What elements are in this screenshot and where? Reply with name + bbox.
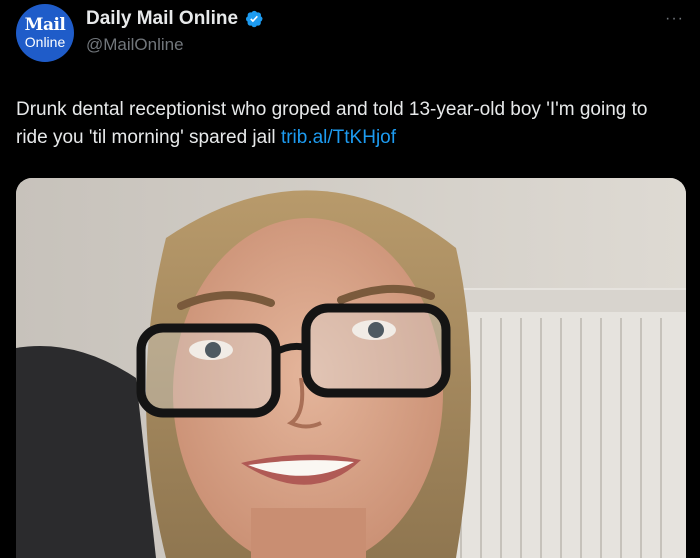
- avatar[interactable]: Mail Online: [16, 4, 74, 62]
- display-name[interactable]: Daily Mail Online: [86, 8, 238, 30]
- avatar-logo-mail: Mail: [24, 15, 66, 35]
- avatar-logo-online: Online: [24, 34, 66, 50]
- verified-badge-icon[interactable]: [244, 9, 264, 29]
- account-header: Daily Mail Online @MailOnline: [86, 8, 264, 55]
- display-name-row: Daily Mail Online: [86, 8, 264, 30]
- tweet-media-image[interactable]: [16, 178, 686, 558]
- tweet-link[interactable]: trib.al/TtKHjof: [281, 127, 396, 148]
- handle[interactable]: @MailOnline: [86, 35, 264, 55]
- more-options-icon[interactable]: ···: [665, 10, 684, 28]
- tweet-text: Drunk dental receptionist who groped and…: [16, 96, 676, 152]
